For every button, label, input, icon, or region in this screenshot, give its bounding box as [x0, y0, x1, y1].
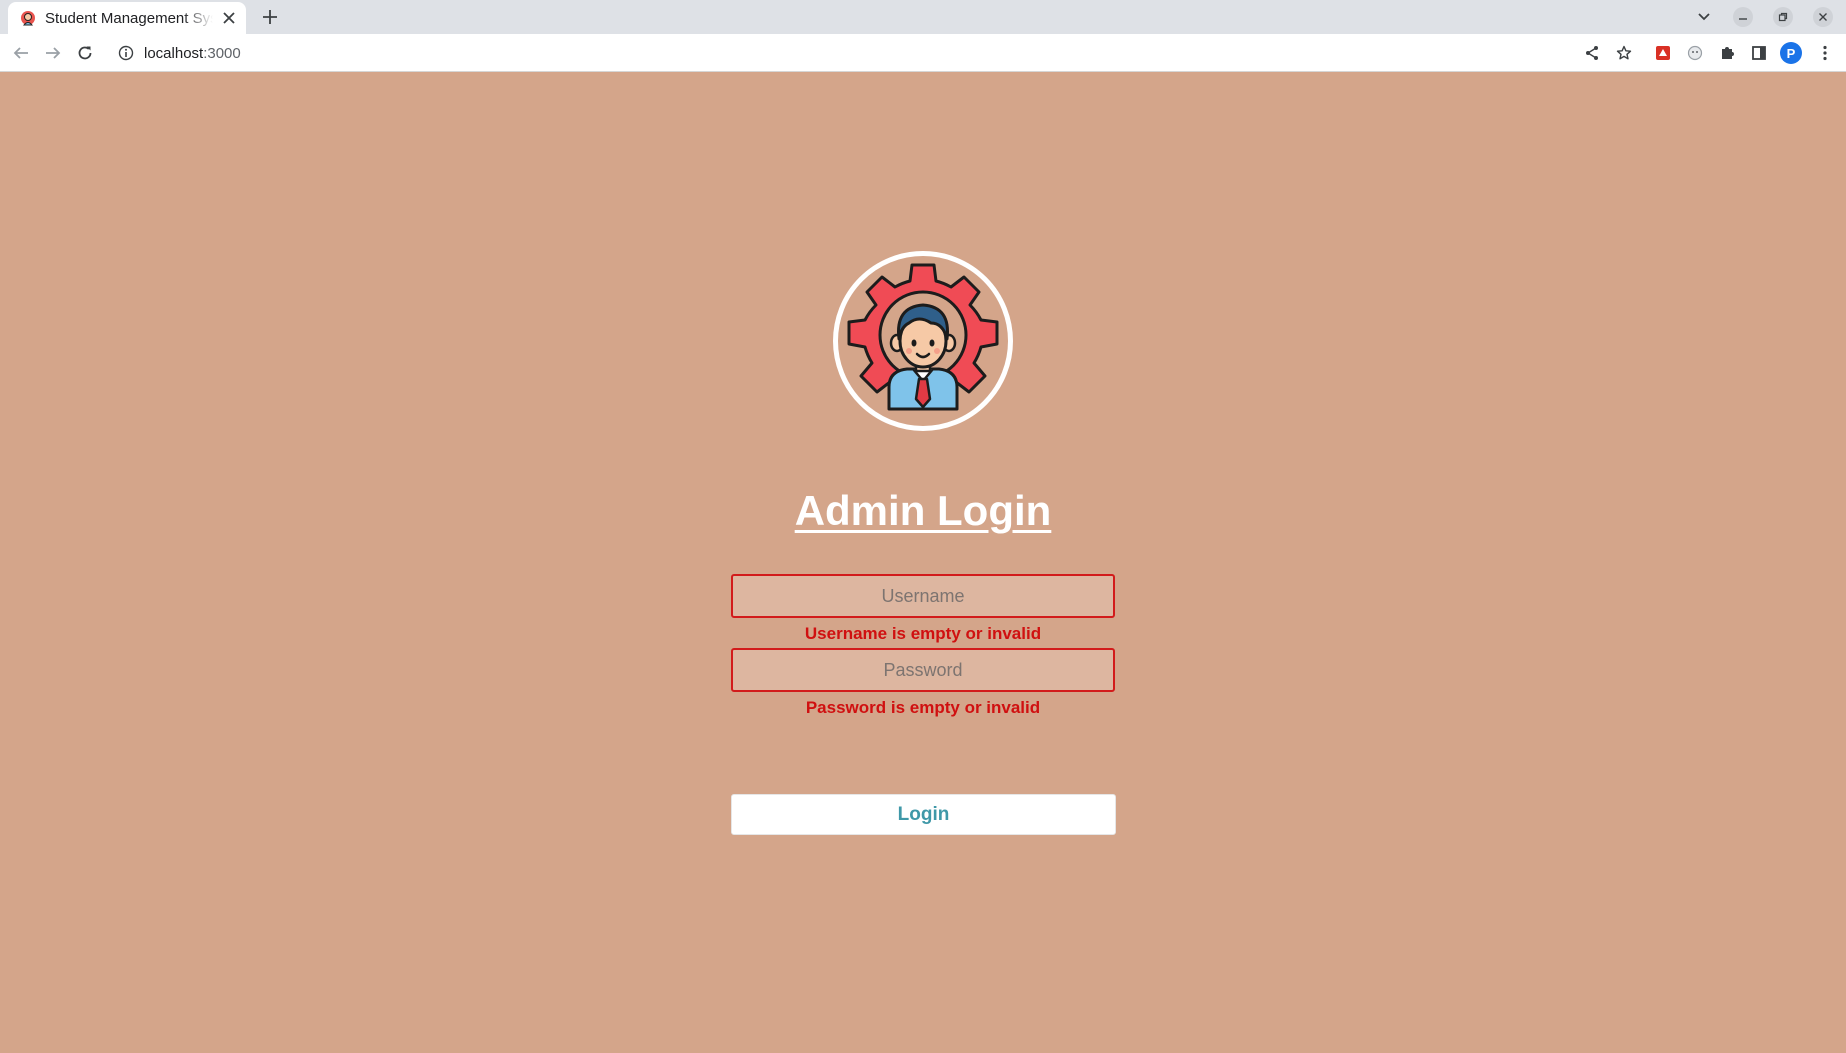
login-page: Admin Login Username is empty or invalid…	[0, 72, 1846, 1053]
profile-avatar[interactable]: P	[1780, 42, 1802, 64]
admin-avatar-icon	[20, 10, 36, 26]
kebab-menu-icon[interactable]	[1815, 43, 1835, 63]
username-input[interactable]	[731, 574, 1115, 618]
browser-toolbar: localhost:3000 P	[0, 34, 1846, 72]
close-icon[interactable]	[221, 10, 237, 26]
share-icon[interactable]	[1582, 43, 1602, 63]
chevron-down-icon[interactable]	[1694, 7, 1714, 27]
url-port: :3000	[203, 44, 241, 62]
page-title: Admin Login	[794, 487, 1052, 534]
browser-tab-strip: Student Management System	[0, 0, 1846, 34]
side-panel-icon[interactable]	[1749, 43, 1769, 63]
username-error: Username is empty or invalid	[804, 624, 1042, 643]
url-host: localhost	[144, 44, 204, 62]
extension-red-icon[interactable]	[1653, 43, 1673, 63]
puzzle-icon[interactable]	[1717, 43, 1737, 63]
url-text[interactable]: localhost:3000	[144, 45, 241, 62]
info-icon[interactable]	[118, 45, 134, 61]
plus-icon[interactable]	[260, 7, 280, 27]
star-icon[interactable]	[1614, 43, 1634, 63]
password-error: Password is empty or invalid	[805, 698, 1041, 717]
close-window-icon[interactable]	[1813, 7, 1833, 27]
tab-title: Student Management System	[45, 9, 213, 27]
restore-icon[interactable]	[1773, 7, 1793, 27]
address-bar[interactable]: localhost:3000	[110, 37, 1580, 69]
password-input[interactable]	[731, 648, 1115, 692]
admin-gear-avatar-icon	[833, 251, 1013, 431]
arrow-left-icon[interactable]	[11, 43, 31, 63]
extension-face-icon[interactable]	[1685, 43, 1705, 63]
login-button[interactable]: Login	[731, 794, 1116, 835]
reload-icon[interactable]	[75, 43, 95, 63]
arrow-right-icon[interactable]	[43, 43, 63, 63]
browser-tab[interactable]: Student Management System	[8, 2, 246, 34]
minimize-icon[interactable]	[1733, 7, 1753, 27]
